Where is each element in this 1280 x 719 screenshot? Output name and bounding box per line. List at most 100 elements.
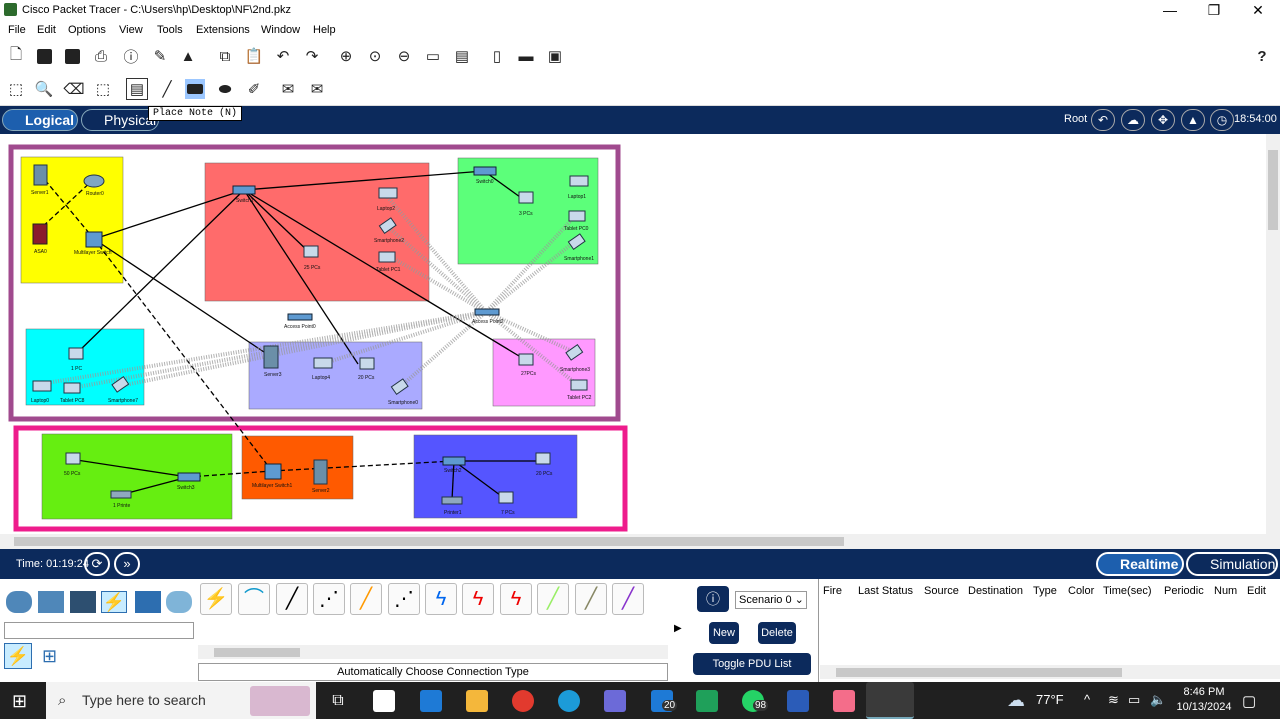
help-icon[interactable]: ? bbox=[1252, 46, 1272, 66]
realtime-mode-button[interactable]: Realtime bbox=[1096, 552, 1184, 576]
printer-icon[interactable] bbox=[110, 490, 132, 499]
tablet-icon[interactable] bbox=[63, 382, 81, 394]
creative-cloud-icon[interactable] bbox=[833, 690, 855, 712]
store-icon[interactable] bbox=[373, 690, 395, 712]
draw-line-icon[interactable]: ╱ bbox=[157, 79, 177, 99]
delete-scenario-button[interactable]: Delete bbox=[758, 622, 796, 644]
info-icon[interactable]: ⓘ bbox=[121, 46, 141, 66]
zoom-out-icon[interactable]: ⊖ bbox=[394, 46, 414, 66]
battery-icon[interactable]: ▭ bbox=[1128, 692, 1140, 708]
screenshot-icon[interactable]: ▣ bbox=[545, 46, 565, 66]
menu-options[interactable]: Options bbox=[68, 24, 106, 36]
vertical-scrollbar[interactable] bbox=[1266, 134, 1280, 534]
file-explorer-icon[interactable] bbox=[466, 690, 488, 712]
pc-icon[interactable] bbox=[518, 353, 534, 366]
laptop-icon[interactable] bbox=[378, 187, 398, 199]
pc-icon[interactable] bbox=[359, 357, 375, 370]
chevron-up-icon[interactable]: ^ bbox=[1084, 692, 1090, 707]
pc-icon[interactable] bbox=[303, 245, 319, 258]
octal-cable-icon[interactable]: ╱ bbox=[537, 583, 569, 615]
server-icon[interactable] bbox=[263, 345, 279, 369]
toggle-pdu-list-button[interactable]: Toggle PDU List Window bbox=[693, 653, 811, 692]
miscellaneous-icon[interactable] bbox=[135, 591, 161, 613]
tablet-icon[interactable] bbox=[570, 379, 588, 391]
edge-icon[interactable] bbox=[558, 690, 580, 712]
notes-icon[interactable]: ▯ bbox=[487, 46, 507, 66]
chrome-icon[interactable] bbox=[512, 690, 534, 712]
serial-dte-icon[interactable]: ϟ bbox=[500, 583, 532, 615]
switch-icon[interactable] bbox=[232, 185, 256, 195]
new-file-icon[interactable]: 🗋 bbox=[6, 46, 26, 66]
draw-rectangle-icon[interactable] bbox=[185, 79, 205, 99]
switch-icon[interactable] bbox=[442, 456, 466, 466]
menu-window[interactable]: Window bbox=[261, 24, 300, 36]
horizontal-scrollbar[interactable] bbox=[0, 534, 1280, 549]
wifi-icon[interactable]: ≋ bbox=[1108, 692, 1119, 708]
end-devices-icon[interactable] bbox=[38, 591, 64, 613]
copper-cross-icon[interactable]: ⋰ bbox=[313, 583, 345, 615]
pc-icon[interactable] bbox=[68, 347, 84, 360]
vertical-scroll-thumb[interactable] bbox=[1268, 150, 1278, 230]
logical-tab[interactable]: Logical bbox=[2, 109, 78, 131]
grid-icon[interactable]: ⊞ bbox=[42, 647, 60, 665]
menu-extensions[interactable]: Extensions bbox=[196, 24, 250, 36]
custom-devices-dialog-icon[interactable]: ▤ bbox=[452, 46, 472, 66]
multiuser-icon[interactable] bbox=[166, 591, 192, 613]
excel-icon[interactable] bbox=[696, 690, 718, 712]
activity-wizard-icon[interactable]: ✎ bbox=[150, 46, 170, 66]
pdu-scrollbar[interactable] bbox=[820, 665, 1280, 679]
firewall-icon[interactable] bbox=[32, 223, 48, 245]
pdu-scroll-thumb[interactable] bbox=[836, 668, 1122, 677]
word-icon[interactable] bbox=[787, 690, 809, 712]
auto-connection-icon[interactable]: ⚡ bbox=[200, 583, 232, 615]
zoom-in-icon[interactable]: ⊕ bbox=[336, 46, 356, 66]
packet-tracer-taskbar-icon[interactable] bbox=[866, 682, 914, 719]
usb-cable-icon[interactable]: ╱ bbox=[612, 583, 644, 615]
menu-help[interactable]: Help bbox=[313, 24, 336, 36]
fiber-icon[interactable]: ╱ bbox=[350, 583, 382, 615]
switch-icon[interactable] bbox=[177, 472, 201, 482]
minimize-button[interactable]: — bbox=[1150, 0, 1190, 21]
iot-custom-cable-icon[interactable]: ╱ bbox=[575, 583, 607, 615]
new-scenario-button[interactable]: New bbox=[709, 622, 739, 644]
phone-cable-icon[interactable]: ⋰ bbox=[388, 583, 420, 615]
custom-device-icon[interactable]: ▲ bbox=[178, 46, 198, 66]
notifications-icon[interactable]: ▢ bbox=[1242, 692, 1256, 710]
info-icon[interactable]: ⓘ bbox=[697, 586, 729, 612]
search-highlight-icon[interactable] bbox=[250, 686, 310, 716]
connections-icon[interactable]: ⚡ bbox=[101, 591, 127, 613]
router-icon[interactable] bbox=[83, 174, 105, 188]
laptop-icon[interactable] bbox=[32, 380, 52, 392]
device-search-input[interactable] bbox=[4, 622, 194, 639]
redo-icon[interactable]: ↷ bbox=[302, 46, 322, 66]
connections-scrollbar[interactable] bbox=[198, 645, 668, 659]
laptop-icon[interactable] bbox=[313, 357, 333, 369]
copy-icon[interactable]: ⧉ bbox=[215, 46, 235, 66]
taskbar-clock[interactable]: 8:46 PM 10/13/2024 bbox=[1174, 685, 1234, 715]
panel-expand-icon[interactable]: ▶ bbox=[674, 623, 682, 634]
tablet-icon[interactable] bbox=[378, 251, 396, 263]
simple-pdu-icon[interactable]: ✉ bbox=[278, 79, 298, 99]
menu-file[interactable]: File bbox=[8, 24, 26, 36]
pc-icon[interactable] bbox=[498, 491, 514, 504]
delete-icon[interactable]: ⌫ bbox=[63, 79, 84, 99]
tablet-icon[interactable] bbox=[568, 210, 586, 222]
laptop-icon[interactable] bbox=[569, 175, 589, 187]
fast-forward-icon[interactable]: » bbox=[114, 552, 140, 576]
back-icon[interactable]: ↶ bbox=[1091, 109, 1115, 131]
multilayer-switch-icon[interactable] bbox=[264, 463, 282, 480]
menu-edit[interactable]: Edit bbox=[37, 24, 56, 36]
pdu-icon[interactable]: ▬ bbox=[516, 46, 536, 66]
freeform-icon[interactable]: ✐ bbox=[244, 79, 264, 99]
scenario-select[interactable]: Scenario 0 ⌄ bbox=[735, 591, 807, 609]
undo-icon[interactable]: ↶ bbox=[273, 46, 293, 66]
copilot-icon[interactable] bbox=[604, 690, 626, 712]
select-icon[interactable]: ⬚ bbox=[6, 79, 26, 99]
pc-icon[interactable] bbox=[535, 452, 551, 465]
components-icon[interactable] bbox=[70, 591, 96, 613]
menu-view[interactable]: View bbox=[119, 24, 143, 36]
background-image-icon[interactable]: ▲ bbox=[1181, 109, 1205, 131]
complex-pdu-icon[interactable]: ✉ bbox=[307, 79, 327, 99]
console-cable-icon[interactable]: ⌒ bbox=[238, 583, 270, 615]
place-note-icon[interactable]: ▤ bbox=[126, 78, 148, 100]
